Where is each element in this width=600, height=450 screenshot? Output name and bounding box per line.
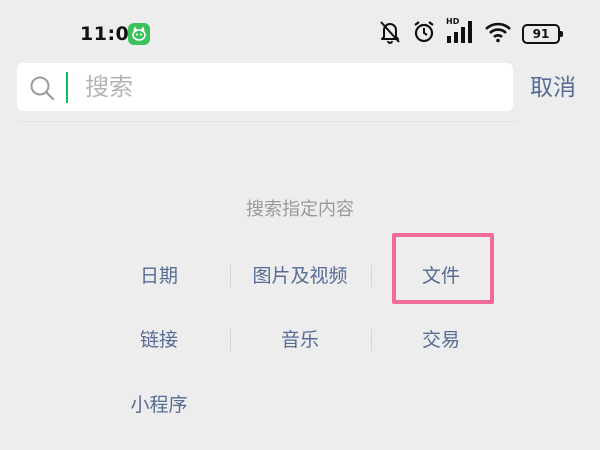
search-divider (17, 121, 517, 122)
wifi-icon (484, 21, 512, 47)
option-mini-programs[interactable]: 小程序 (89, 387, 229, 423)
battery-icon: 91 (522, 24, 563, 44)
option-music[interactable]: 音乐 (230, 322, 370, 358)
search-icon (29, 75, 55, 105)
section-title: 搜索指定内容 (246, 199, 354, 220)
app-badge-icon (128, 23, 150, 45)
status-icons: HD 91 (378, 17, 563, 49)
status-bar: 11:01 HD 91 (0, 0, 600, 60)
option-links[interactable]: 链接 (89, 322, 229, 358)
option-separator (371, 329, 372, 351)
mute-bell-icon (378, 19, 402, 49)
text-cursor (66, 72, 68, 103)
option-date[interactable]: 日期 (89, 258, 229, 294)
option-images-videos[interactable]: 图片及视频 (230, 258, 370, 294)
option-separator (371, 265, 372, 287)
highlight-box (392, 233, 494, 304)
option-separator (230, 265, 231, 287)
option-separator (230, 329, 231, 351)
battery-level: 91 (532, 27, 550, 41)
network-type-label: HD (446, 17, 460, 26)
search-box[interactable] (17, 63, 513, 111)
signal-icon: HD (446, 17, 474, 48)
alarm-clock-icon (412, 19, 436, 49)
search-input[interactable] (67, 63, 497, 111)
cancel-button[interactable]: 取消 (530, 68, 576, 108)
option-transactions[interactable]: 交易 (371, 322, 511, 358)
